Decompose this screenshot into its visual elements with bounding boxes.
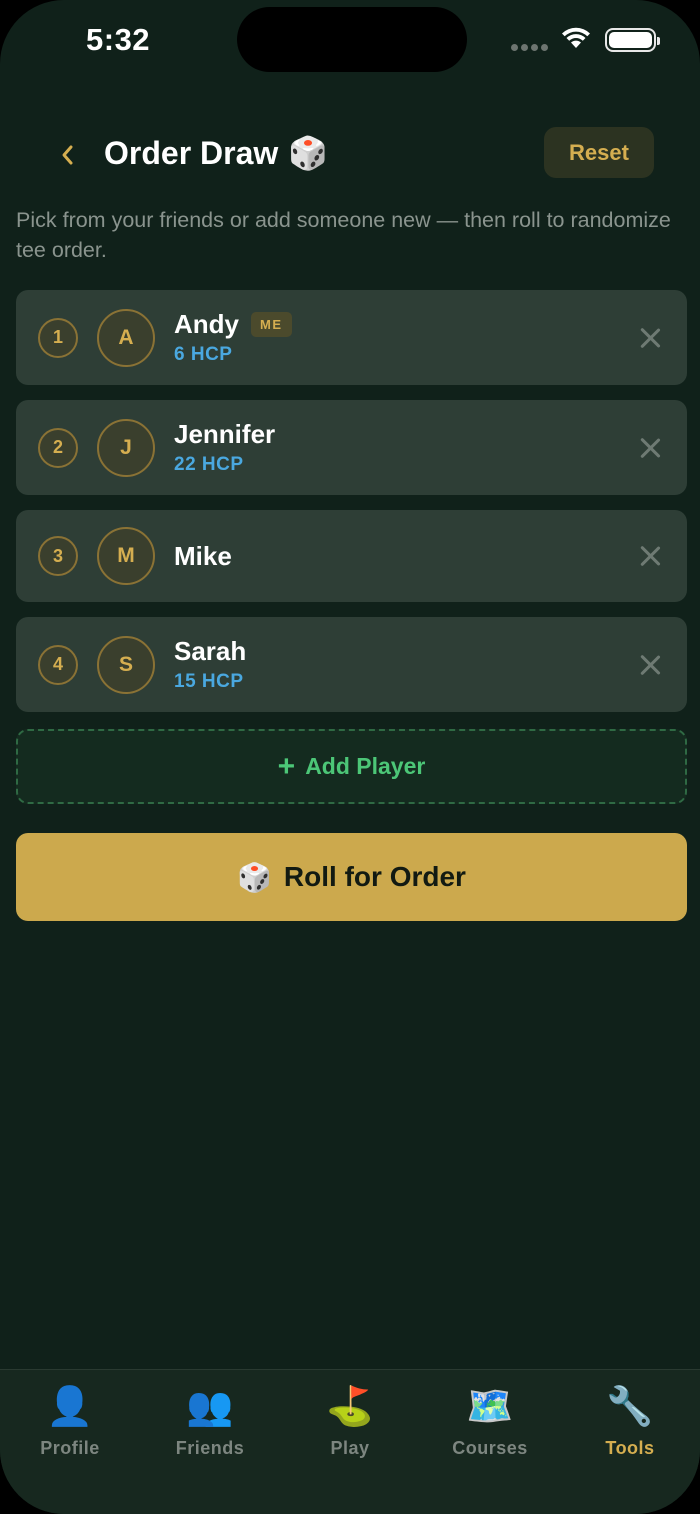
- tab-label: Courses: [452, 1438, 528, 1458]
- reset-button[interactable]: Reset: [544, 127, 654, 178]
- player-row[interactable]: 4 S Sarah 15 HCP: [16, 617, 687, 712]
- tab-label: Tools: [605, 1438, 655, 1458]
- order-number: 4: [38, 644, 78, 685]
- tab-tools[interactable]: 🔧 Tools: [560, 1370, 700, 1514]
- avatar: A: [97, 308, 155, 367]
- battery-icon: [605, 28, 660, 52]
- avatar: J: [97, 418, 155, 477]
- roll-for-order-button[interactable]: 🎲 Roll for Order: [16, 833, 687, 921]
- player-info: Mike: [174, 541, 232, 572]
- status-time: 5:32: [86, 22, 151, 57]
- tab-label: Profile: [40, 1438, 100, 1458]
- tab-friends[interactable]: 👥 Friends: [140, 1370, 280, 1514]
- player-name: Jennifer: [174, 419, 276, 449]
- page-title: Order Draw 🎲: [104, 134, 328, 172]
- tab-courses[interactable]: 🗺️ Courses: [420, 1370, 560, 1514]
- dice-icon: 🎲: [288, 135, 329, 171]
- player-name: Andy: [174, 309, 239, 339]
- plus-icon: +: [277, 749, 296, 783]
- add-player-label: Add Player: [305, 753, 426, 779]
- player-row[interactable]: 3 M Mike: [16, 510, 687, 602]
- tab-bar: 👤 Profile 👥 Friends ⛳ Play 🗺️ Courses 🔧 …: [0, 1369, 700, 1514]
- back-button[interactable]: [52, 138, 82, 172]
- remove-player-close-icon[interactable]: [639, 327, 661, 349]
- dynamic-island: [237, 7, 467, 72]
- page-title-text: Order Draw: [104, 134, 279, 171]
- player-info: Jennifer 22 HCP: [174, 419, 275, 476]
- order-number: 3: [38, 536, 78, 576]
- people-icon: 👥: [186, 1386, 234, 1428]
- cellular-signal-icon: [511, 44, 548, 51]
- dice-icon: 🎲: [237, 861, 272, 893]
- tab-label: Friends: [175, 1438, 245, 1458]
- golf-flag-icon: ⛳: [326, 1386, 374, 1428]
- tab-play[interactable]: ⛳ Play: [280, 1370, 420, 1514]
- wifi-icon: [562, 27, 590, 48]
- avatar: S: [97, 635, 155, 694]
- player-name: Sarah: [174, 636, 247, 666]
- person-icon: 👤: [46, 1386, 94, 1428]
- player-row[interactable]: 1 A Andy ME 6 HCP: [16, 290, 687, 385]
- phone-screen: 5:32 Order Draw 🎲 Reset Pick from your f…: [0, 0, 700, 1514]
- player-name: Mike: [174, 540, 232, 571]
- page-subtitle: Pick from your friends or add someone ne…: [16, 208, 671, 262]
- me-badge: ME: [251, 312, 292, 337]
- player-handicap: 15 HCP: [174, 671, 244, 692]
- tab-label: Play: [330, 1438, 370, 1458]
- tab-profile[interactable]: 👤 Profile: [0, 1370, 140, 1514]
- player-list: 1 A Andy ME 6 HCP 2 J Jennifer 22 HCP 3 …: [16, 290, 687, 727]
- player-handicap: 6 HCP: [174, 344, 233, 365]
- avatar: M: [97, 527, 155, 585]
- map-icon: 🗺️: [466, 1386, 514, 1428]
- player-row[interactable]: 2 J Jennifer 22 HCP: [16, 400, 687, 495]
- wrench-icon: 🔧: [606, 1386, 654, 1428]
- roll-button-label: Roll for Order: [283, 861, 466, 892]
- remove-player-close-icon[interactable]: [639, 545, 661, 567]
- player-handicap: 22 HCP: [174, 454, 244, 475]
- remove-player-close-icon[interactable]: [639, 437, 661, 459]
- player-info: Andy ME 6 HCP: [174, 309, 292, 366]
- order-number: 1: [38, 317, 78, 358]
- remove-player-close-icon[interactable]: [639, 654, 661, 676]
- order-number: 2: [38, 427, 78, 468]
- chevron-left-icon: [62, 145, 73, 165]
- player-info: Sarah 15 HCP: [174, 636, 246, 693]
- add-player-button[interactable]: + Add Player: [16, 729, 687, 804]
